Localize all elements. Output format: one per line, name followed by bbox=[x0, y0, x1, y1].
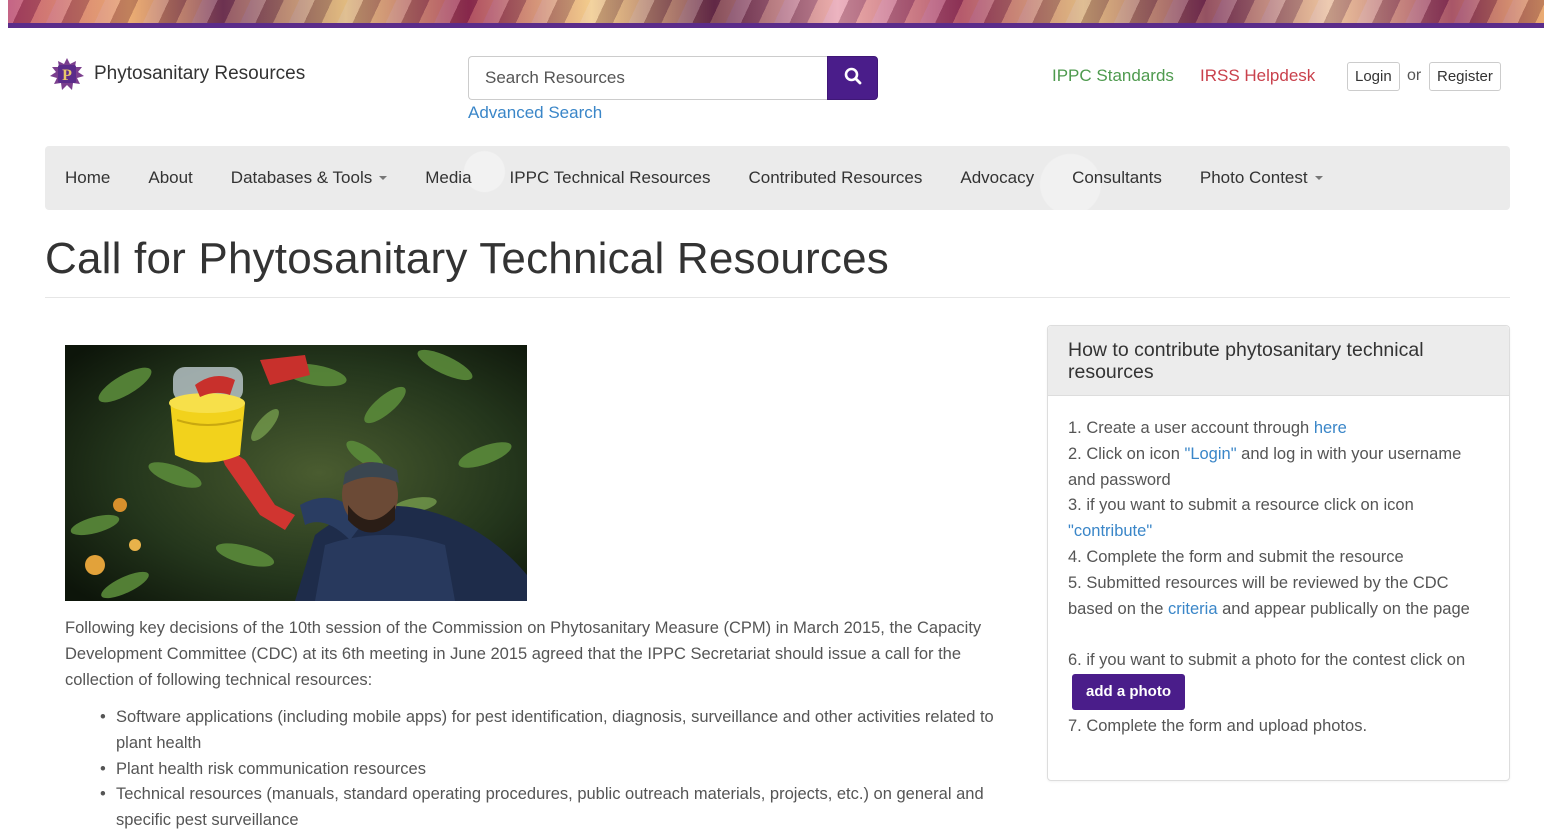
nav-ippc-technical-resources[interactable]: IPPC Technical Resources bbox=[510, 168, 711, 188]
step-4: 4. Complete the form and submit the reso… bbox=[1068, 547, 1404, 566]
step-text: 2. Click on icon bbox=[1068, 444, 1185, 463]
phytosanitary-logo-icon: P bbox=[46, 56, 88, 92]
register-button[interactable]: Register bbox=[1429, 62, 1501, 91]
site-logo[interactable]: P Phytosanitary Resources bbox=[46, 56, 305, 92]
step-3: 3. if you want to submit a resource clic… bbox=[1068, 493, 1489, 545]
nav-label: IPPC Technical Resources bbox=[509, 168, 711, 187]
decorative-banner bbox=[8, 0, 1544, 28]
nav-home[interactable]: Home bbox=[65, 168, 110, 188]
nav-about[interactable]: About bbox=[148, 168, 192, 188]
list-item: Technical resources (manuals, standard o… bbox=[100, 782, 1000, 829]
chevron-down-icon bbox=[1314, 176, 1323, 180]
nav-label: Photo Contest bbox=[1199, 168, 1308, 187]
list-item: Plant health risk communication resource… bbox=[100, 757, 1000, 783]
nav-photo-contest[interactable]: Photo Contest bbox=[1200, 168, 1323, 188]
step-1: 1. Create a user account through here bbox=[1068, 416, 1489, 442]
resource-list: Software applications (including mobile … bbox=[100, 705, 1000, 829]
login-link[interactable]: "Login" bbox=[1184, 445, 1236, 463]
nav-contributed-resources[interactable]: Contributed Resources bbox=[749, 168, 923, 188]
login-button[interactable]: Login bbox=[1347, 62, 1400, 91]
nav-consultants[interactable]: Consultants bbox=[1072, 168, 1162, 188]
or-separator: or bbox=[1407, 67, 1422, 84]
add-photo-button[interactable]: add a photo bbox=[1072, 673, 1185, 710]
chevron-down-icon bbox=[379, 176, 388, 180]
nav-label: Advocacy bbox=[960, 168, 1035, 187]
nav-label: Media bbox=[425, 168, 472, 187]
step-text: 3. if you want to submit a resource clic… bbox=[1068, 496, 1414, 515]
main-navbar: Home About Databases & Tools Media IPPC … bbox=[45, 146, 1510, 210]
nav-media[interactable]: Media bbox=[425, 168, 471, 188]
nav-advocacy[interactable]: Advocacy bbox=[960, 168, 1034, 188]
contribute-panel: How to contribute phytosanitary technica… bbox=[1047, 325, 1510, 781]
search-input[interactable] bbox=[468, 56, 827, 100]
nav-label: Consultants bbox=[1072, 168, 1162, 187]
step-text: 1. Create a user account through bbox=[1068, 419, 1314, 437]
search-button[interactable] bbox=[827, 56, 878, 100]
step-text: 6. if you want to submit a photo for the… bbox=[1068, 651, 1466, 670]
step-2: 2. Click on icon "Login" and log in with… bbox=[1068, 442, 1489, 494]
hero-photo bbox=[65, 345, 527, 601]
nav-databases-tools[interactable]: Databases & Tools bbox=[230, 168, 388, 188]
advanced-search-link[interactable]: Advanced Search bbox=[468, 103, 602, 123]
list-item: Software applications (including mobile … bbox=[100, 705, 1000, 757]
create-account-link[interactable]: here bbox=[1314, 419, 1347, 437]
search-icon bbox=[844, 67, 862, 90]
title-divider bbox=[45, 297, 1510, 298]
step-5: 5. Submitted resources will be reviewed … bbox=[1068, 571, 1489, 623]
step-text: and appear publically on the page bbox=[1217, 599, 1470, 618]
irss-helpdesk-link[interactable]: IRSS Helpdesk bbox=[1200, 66, 1315, 86]
criteria-link[interactable]: criteria bbox=[1168, 600, 1218, 618]
logo-text: Phytosanitary Resources bbox=[94, 63, 306, 84]
step-6: 6. if you want to submit a photo for the… bbox=[1068, 648, 1489, 710]
panel-body: 1. Create a user account through here 2.… bbox=[1048, 396, 1509, 740]
search-bar bbox=[468, 56, 878, 100]
nav-label: Contributed Resources bbox=[748, 168, 923, 187]
intro-paragraph: Following key decisions of the 10th sess… bbox=[65, 619, 982, 689]
page-title: Call for Phytosanitary Technical Resourc… bbox=[45, 234, 889, 283]
svg-text:P: P bbox=[62, 67, 72, 84]
ippc-standards-link[interactable]: IPPC Standards bbox=[1052, 66, 1174, 86]
contribute-link[interactable]: "contribute" bbox=[1068, 522, 1152, 540]
nav-label: About bbox=[148, 168, 193, 187]
nav-label: Databases & Tools bbox=[230, 168, 373, 187]
step-7: 7. Complete the form and upload photos. bbox=[1068, 716, 1368, 735]
nav-label: Home bbox=[65, 168, 111, 187]
panel-title: How to contribute phytosanitary technica… bbox=[1048, 326, 1509, 396]
